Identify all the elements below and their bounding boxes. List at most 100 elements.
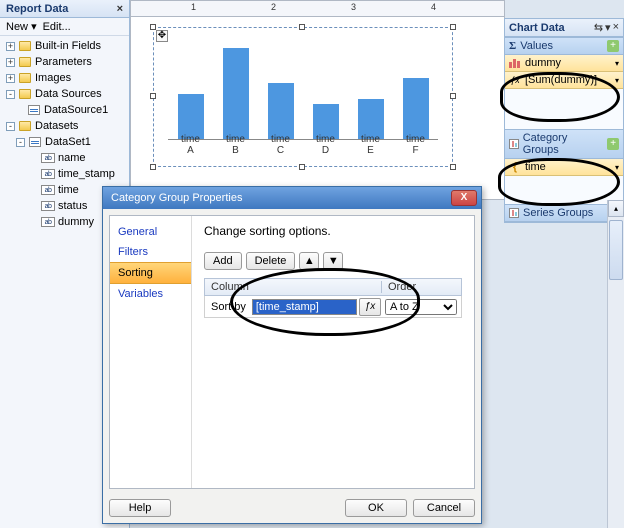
resize-handle[interactable] bbox=[150, 24, 156, 30]
chart-bar bbox=[403, 78, 429, 139]
scroll-up-button[interactable]: ▴ bbox=[608, 200, 624, 217]
tree-node-label: Built-in Fields bbox=[35, 40, 101, 52]
x-tick-label: time E bbox=[358, 134, 384, 156]
resize-handle[interactable] bbox=[450, 24, 456, 30]
report-data-title-bar: Report Data × bbox=[0, 0, 129, 18]
expand-toggle[interactable]: - bbox=[6, 122, 15, 131]
delete-button[interactable]: Delete bbox=[246, 252, 296, 270]
dialog-nav-item[interactable]: General bbox=[110, 222, 191, 242]
chart-bar bbox=[268, 83, 294, 139]
resize-handle[interactable] bbox=[299, 24, 305, 30]
x-tick-label: time F bbox=[403, 134, 429, 156]
move-down-button[interactable]: ▼ bbox=[323, 252, 343, 270]
tree-node[interactable]: abname bbox=[2, 150, 129, 166]
sigma-icon: Σ bbox=[509, 40, 516, 52]
new-menu[interactable]: New ▾ bbox=[6, 20, 37, 33]
values-label: Values bbox=[520, 40, 553, 52]
resize-handle[interactable] bbox=[450, 93, 456, 99]
dialog-footer: Help OK Cancel bbox=[109, 499, 475, 517]
tree-node[interactable]: - Datasets bbox=[2, 118, 129, 134]
sort-by-label: Sort by bbox=[205, 301, 252, 313]
sort-grid-header: Column Order bbox=[204, 278, 462, 296]
chevron-down-icon[interactable]: ▾ bbox=[615, 163, 619, 172]
vertical-scrollbar[interactable]: ▴ bbox=[607, 200, 624, 528]
edit-menu[interactable]: Edit... bbox=[43, 21, 71, 33]
tree-node[interactable]: abtime_stamp bbox=[2, 166, 129, 182]
dialog-body: GeneralFiltersSortingVariables Change so… bbox=[109, 215, 475, 489]
x-tick-label: time B bbox=[223, 134, 249, 156]
value-item[interactable]: ƒx [Sum(dummy)] ▾ bbox=[505, 72, 623, 89]
datasource-icon bbox=[27, 103, 41, 117]
dialog-nav: GeneralFiltersSortingVariables bbox=[110, 216, 192, 488]
tree-node-label: Images bbox=[35, 72, 71, 84]
move-up-button[interactable]: ▲ bbox=[299, 252, 319, 270]
field-icon: ab bbox=[41, 199, 55, 213]
close-icon[interactable]: × bbox=[613, 21, 619, 34]
design-surface[interactable]: 1234 ✥ time Atime Btime Ctime Dtime Etim… bbox=[130, 0, 505, 200]
expand-toggle[interactable]: - bbox=[16, 138, 25, 147]
value-item[interactable]: dummy ▾ bbox=[505, 55, 623, 72]
category-item[interactable]: { time ▾ bbox=[505, 159, 623, 176]
sort-toolbar: Add Delete ▲ ▼ bbox=[204, 252, 462, 270]
add-value-button[interactable]: + bbox=[607, 40, 619, 52]
sort-row: Sort by ƒx A to Z bbox=[204, 296, 462, 318]
close-dialog-button[interactable]: X bbox=[451, 190, 477, 206]
tree-node[interactable]: - Data Sources bbox=[2, 86, 129, 102]
expand-toggle[interactable]: + bbox=[6, 58, 15, 67]
tree-node-label: DataSet1 bbox=[45, 136, 91, 148]
ok-button[interactable]: OK bbox=[345, 499, 407, 517]
panel-spacer bbox=[505, 176, 623, 204]
expand-toggle[interactable]: + bbox=[6, 42, 15, 51]
dialog-title-bar[interactable]: Category Group Properties X bbox=[103, 187, 481, 209]
tree-node-label: Data Sources bbox=[35, 88, 102, 100]
fx-button[interactable]: ƒx bbox=[359, 298, 381, 316]
tree-node[interactable]: + Images bbox=[2, 70, 129, 86]
field-icon: ab bbox=[41, 183, 55, 197]
dialog-nav-item[interactable]: Variables bbox=[110, 284, 191, 304]
resize-handle[interactable] bbox=[299, 164, 305, 170]
field-icon: ab bbox=[41, 215, 55, 229]
scroll-thumb[interactable] bbox=[609, 220, 623, 280]
resize-handle[interactable] bbox=[150, 164, 156, 170]
tree-node[interactable]: - DataSet1 bbox=[2, 134, 129, 150]
x-tick-label: time C bbox=[268, 134, 294, 156]
chart-bar bbox=[223, 48, 249, 139]
tree-node[interactable]: DataSource1 bbox=[2, 102, 129, 118]
resize-handle[interactable] bbox=[150, 93, 156, 99]
chart-bar bbox=[358, 99, 384, 139]
resize-handle[interactable] bbox=[450, 164, 456, 170]
report-body[interactable]: ✥ time Atime Btime Ctime Dtime Etime F bbox=[143, 21, 496, 191]
tree-node-label: DataSource1 bbox=[44, 104, 108, 116]
help-button[interactable]: Help bbox=[109, 499, 171, 517]
series-groups-header: Series Groups + bbox=[505, 204, 623, 222]
sort-expression-input[interactable] bbox=[252, 299, 357, 315]
dialog-nav-item[interactable]: Filters bbox=[110, 242, 191, 262]
category-groups-header: Category Groups + bbox=[505, 129, 623, 159]
expand-toggle[interactable]: + bbox=[6, 74, 15, 83]
expand-toggle[interactable]: - bbox=[6, 90, 15, 99]
chevron-down-icon[interactable]: ▾ bbox=[615, 76, 619, 85]
chart-plot-area bbox=[168, 38, 438, 140]
value-item-label: [Sum(dummy)] bbox=[525, 74, 597, 86]
cancel-button[interactable]: Cancel bbox=[413, 499, 475, 517]
order-select[interactable]: A to Z bbox=[385, 299, 457, 315]
chart-item[interactable]: ✥ time Atime Btime Ctime Dtime Etime F bbox=[153, 27, 453, 167]
add-category-button[interactable]: + bbox=[607, 138, 619, 150]
add-button[interactable]: Add bbox=[204, 252, 242, 270]
tree-node-label: Datasets bbox=[35, 120, 78, 132]
chevron-down-icon[interactable]: ▾ bbox=[615, 59, 619, 68]
tree-node[interactable]: +Parameters bbox=[2, 54, 129, 70]
report-data-toolbar: New ▾ Edit... bbox=[0, 18, 129, 36]
field-icon: ab bbox=[41, 167, 55, 181]
x-tick-label: time A bbox=[178, 134, 204, 156]
series-icon bbox=[509, 208, 519, 218]
dialog-nav-item[interactable]: Sorting bbox=[110, 262, 191, 284]
pin-icon[interactable]: ⇆ bbox=[594, 21, 603, 34]
tree-node[interactable]: + Built-in Fields bbox=[2, 38, 129, 54]
move-handle-icon[interactable]: ✥ bbox=[156, 30, 168, 42]
tree-node-label: status bbox=[58, 200, 87, 212]
chart-data-panel: Chart Data ⇆ ▾ × Σ Values + dummy ▾ ƒx [… bbox=[504, 18, 624, 223]
chart-x-axis: time Atime Btime Ctime Dtime Etime F bbox=[168, 134, 438, 156]
dropdown-icon[interactable]: ▾ bbox=[605, 21, 611, 34]
close-icon[interactable]: × bbox=[117, 3, 123, 15]
